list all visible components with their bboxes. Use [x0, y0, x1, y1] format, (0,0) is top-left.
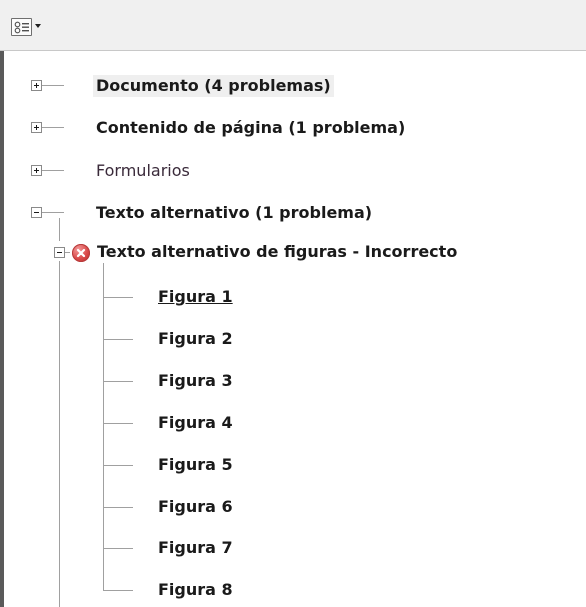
tree-item-figura[interactable]: Figura 6	[155, 496, 236, 518]
tree-item-texto-alternativo-de-figuras[interactable]: Texto alternativo de figuras - Incorrect…	[94, 241, 460, 263]
tree-connector	[59, 218, 60, 241]
tree-connector	[103, 548, 133, 549]
expand-toggle-icon[interactable]	[31, 122, 42, 133]
error-icon	[72, 244, 90, 262]
tree-connector	[103, 590, 133, 591]
options-menu-button[interactable]	[11, 18, 43, 38]
expand-toggle-icon[interactable]	[31, 165, 42, 176]
collapse-toggle-icon[interactable]	[54, 247, 65, 258]
tree-connector	[103, 381, 133, 382]
options-menu-icon	[11, 18, 32, 36]
panel-toolbar	[0, 0, 586, 51]
tree-connector	[42, 170, 64, 171]
tree-item-figura[interactable]: Figura 3	[155, 370, 236, 392]
tree-connector	[103, 263, 104, 590]
tree-connector	[65, 252, 70, 253]
tree-item-contenido-de-pagina[interactable]: Contenido de página (1 problema)	[93, 117, 408, 139]
tree-connector	[103, 339, 133, 340]
tree-item-figura[interactable]: Figura 8	[155, 579, 236, 601]
tree-item-formularios[interactable]: Formularios	[93, 160, 193, 182]
tree-item-documento[interactable]: Documento (4 problemas)	[93, 75, 334, 97]
chevron-down-icon	[35, 24, 41, 28]
tree-connector	[103, 507, 133, 508]
tree-item-figura[interactable]: Figura 1	[155, 286, 236, 308]
tree-connector	[103, 423, 133, 424]
tree-item-texto-alternativo[interactable]: Texto alternativo (1 problema)	[93, 202, 375, 224]
tree-item-figura[interactable]: Figura 7	[155, 537, 236, 559]
accessibility-checker-tree: Documento (4 problemas) Contenido de pág…	[0, 51, 586, 607]
tree-connector	[42, 212, 64, 213]
tree-connector	[59, 261, 60, 607]
tree-connector	[42, 85, 64, 86]
tree-connector	[103, 297, 133, 298]
tree-connector	[103, 465, 133, 466]
tree-item-figura[interactable]: Figura 4	[155, 412, 236, 434]
tree-connector	[42, 127, 64, 128]
collapse-toggle-icon[interactable]	[31, 207, 42, 218]
tree-item-figura[interactable]: Figura 5	[155, 454, 236, 476]
tree-item-figura[interactable]: Figura 2	[155, 328, 236, 350]
expand-toggle-icon[interactable]	[31, 80, 42, 91]
